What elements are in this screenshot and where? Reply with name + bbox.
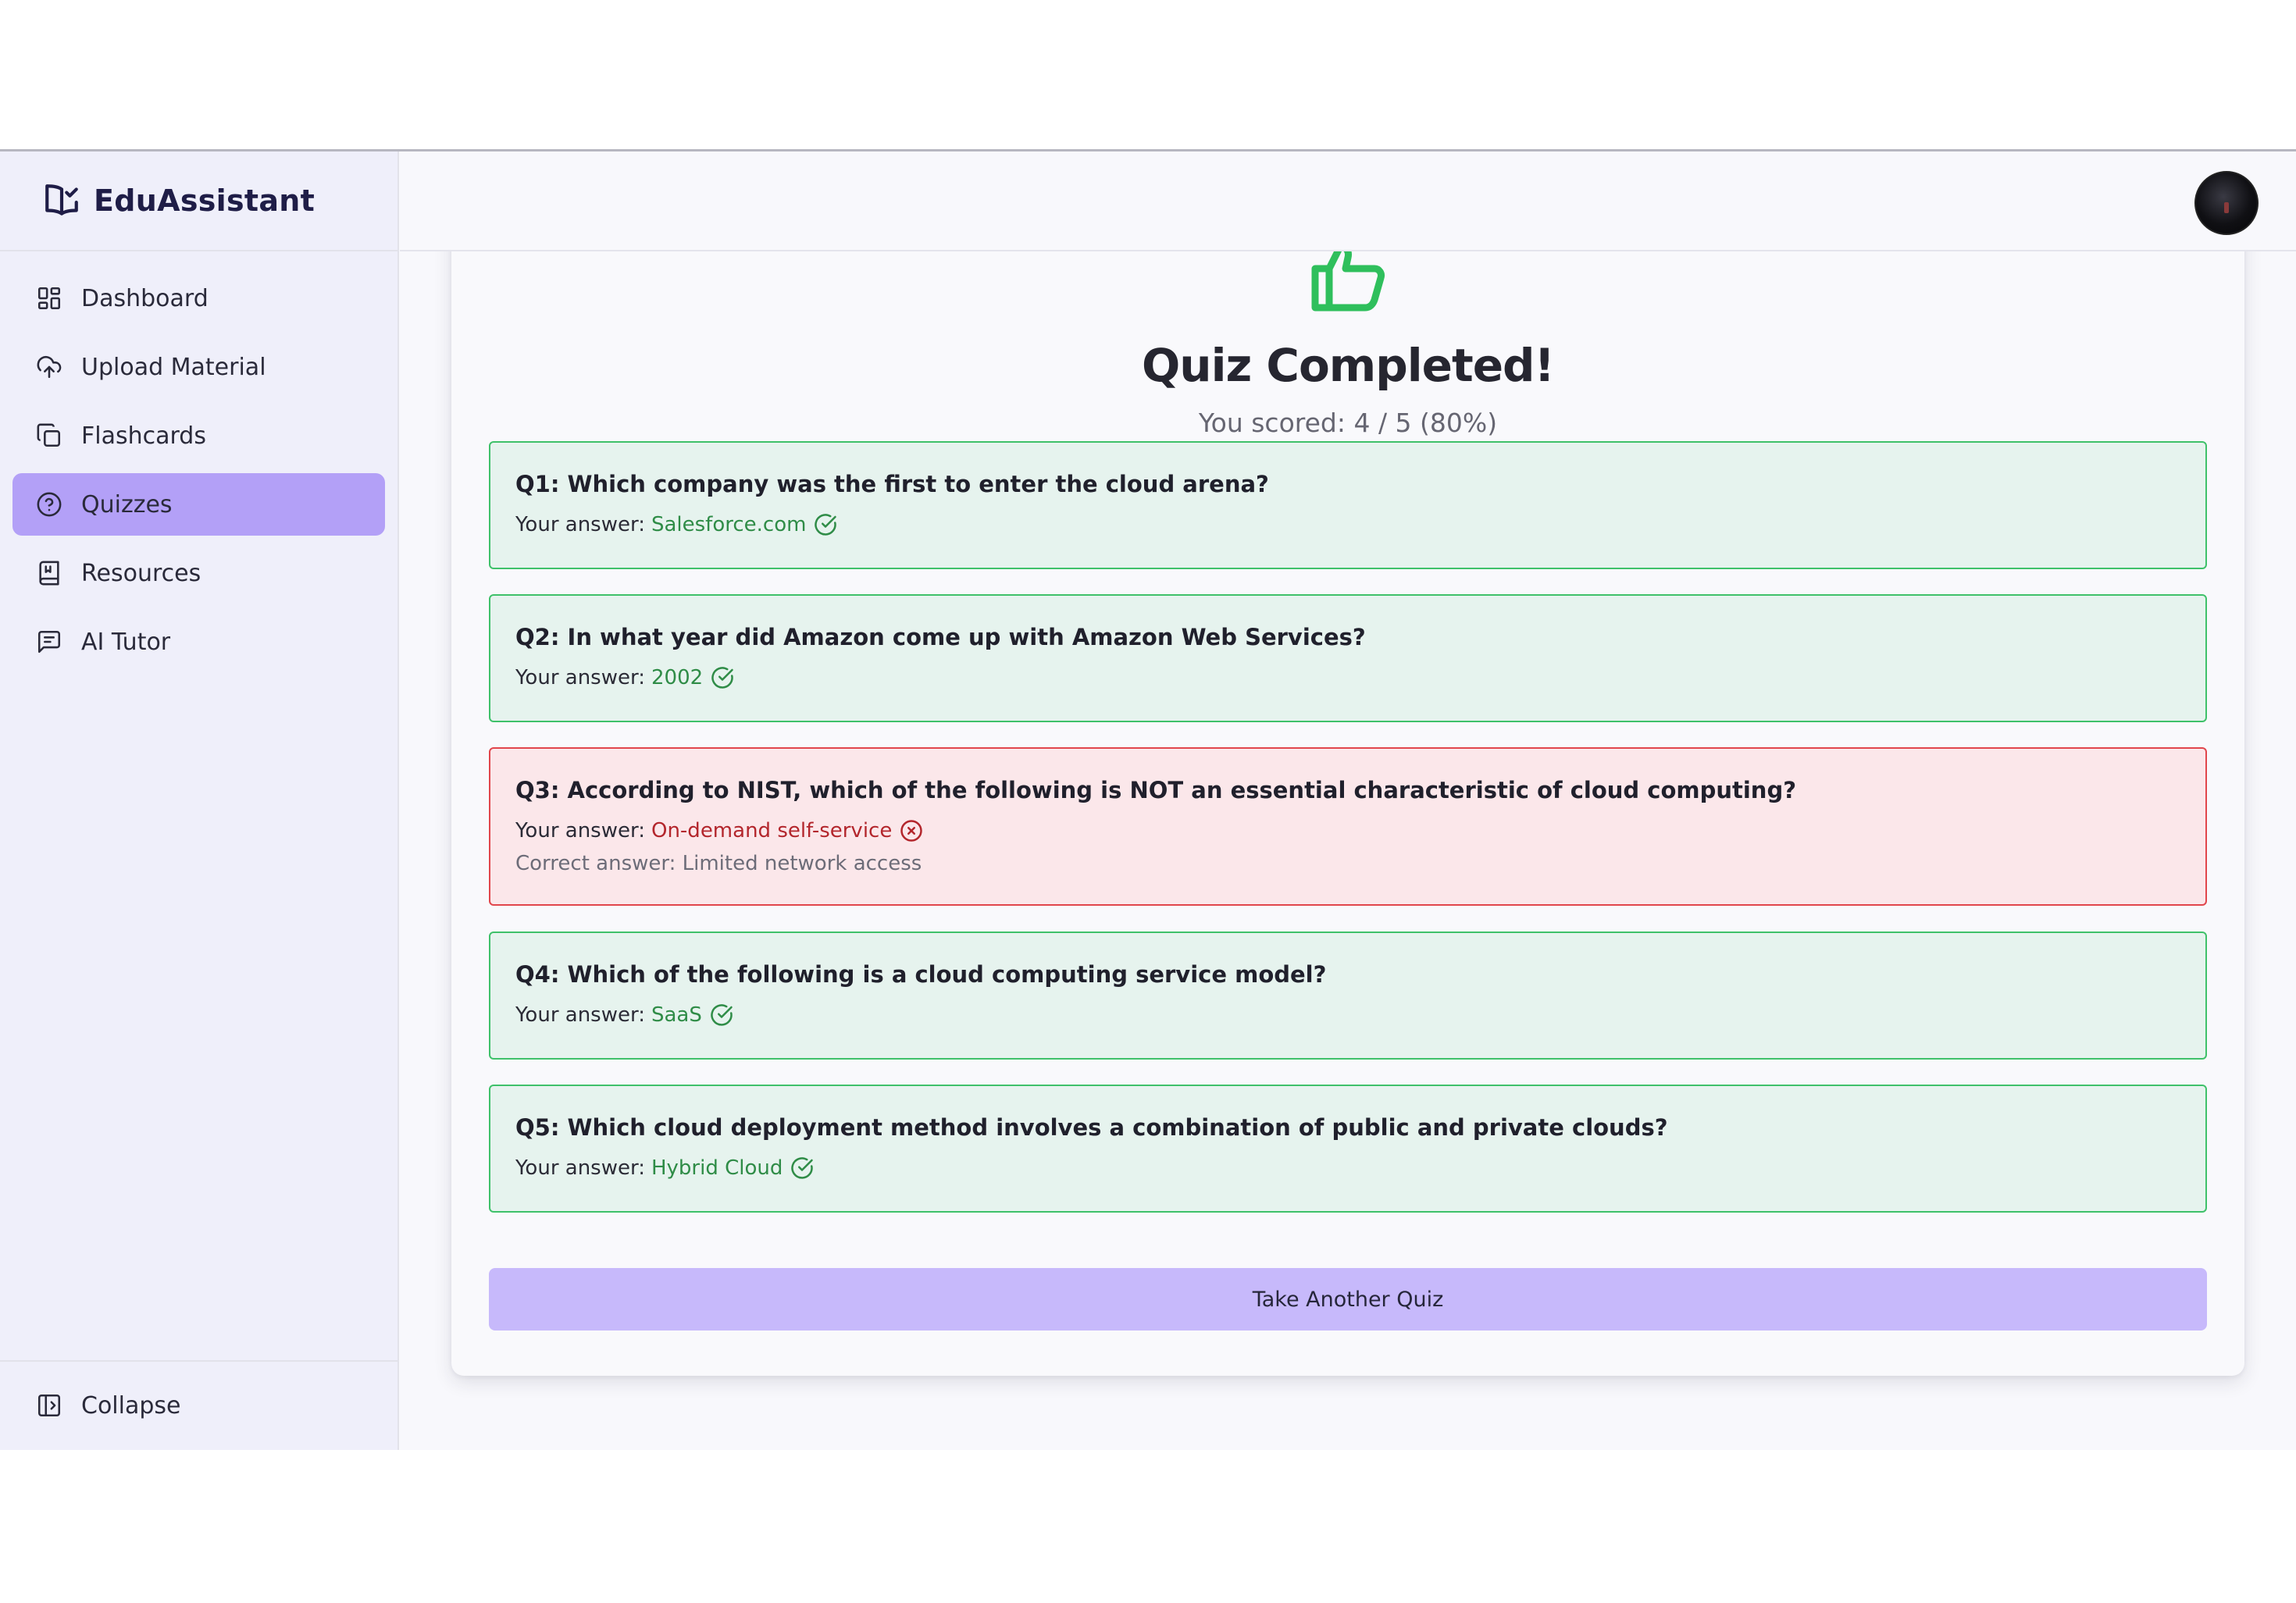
question-text: Q2: In what year did Amazon come up with… [515,624,1366,650]
check-circle-icon [711,1004,733,1026]
check-circle-icon [791,1157,814,1179]
cloud-upload-icon [37,355,62,379]
collapse-label: Collapse [81,1391,181,1420]
book-check-icon [45,184,78,216]
correct-answer-text: Correct answer: Limited network access [515,852,922,875]
answer-value: Hybrid Cloud [651,1156,783,1180]
question-result-card: Q1: Which company was the first to enter… [489,441,2207,569]
panel-left-icon [37,1394,61,1417]
check-circle-icon [815,514,837,536]
quiz-results-card: Quiz Completed! You scored: 4 / 5 (80%) … [451,222,2244,1376]
avatar[interactable] [2194,171,2259,235]
sidebar-item-upload-material[interactable]: Upload Material [12,336,385,398]
thumbs-up-icon [1311,243,1385,312]
collapse-button[interactable]: Collapse [12,1374,385,1437]
brand[interactable]: EduAssistant [0,151,398,251]
check-circle-icon [711,667,733,689]
sidebar-item-label: Resources [81,559,201,587]
sidebar-item-label: AI Tutor [81,628,171,656]
message-icon [37,630,61,654]
answer-line: Your answer: Salesforce.com [515,513,837,536]
question-result-card: Q5: Which cloud deployment method involv… [489,1085,2207,1213]
score-text: You scored: 4 / 5 (80%) [1198,408,1498,438]
question-text: Q4: Which of the following is a cloud co… [515,961,1327,988]
your-answer-label: Your answer: [515,513,645,536]
answer-line: Your answer: SaaS [515,1003,733,1027]
sidebar-nav: Dashboard Upload Material Flashcards Qui… [0,251,398,673]
sidebar-item-quizzes[interactable]: Quizzes [12,473,385,536]
your-answer-label: Your answer: [515,1003,645,1027]
question-text: Q3: According to NIST, which of the foll… [515,777,1797,803]
sidebar-item-resources[interactable]: Resources [12,542,385,604]
question-text: Q5: Which cloud deployment method involv… [515,1114,1668,1141]
help-circle-icon [37,492,62,517]
sidebar-item-ai-tutor[interactable]: AI Tutor [12,611,385,673]
sidebar-item-label: Upload Material [81,353,266,381]
top-bar [400,151,2296,251]
x-circle-icon [900,820,923,842]
answer-value: On-demand self-service [651,819,893,842]
your-answer-label: Your answer: [515,666,645,689]
answer-value: SaaS [651,1003,702,1027]
question-result-card: Q3: According to NIST, which of the foll… [489,747,2207,906]
sidebar-item-label: Flashcards [81,422,206,450]
book-icon [39,561,59,586]
sidebar: EduAssistant Dashboard Upload Material F… [0,151,399,1450]
sidebar-item-label: Quizzes [81,490,173,518]
page-title: Quiz Completed! [1141,339,1555,392]
sidebar-item-flashcards[interactable]: Flashcards [12,404,385,467]
answer-line: Your answer: On-demand self-service [515,819,923,842]
app-name: EduAssistant [94,183,316,218]
question-text: Q1: Which company was the first to enter… [515,471,1269,497]
answer-line: Your answer: Hybrid Cloud [515,1156,814,1180]
sidebar-footer: Collapse [0,1360,398,1450]
dashboard-icon [37,287,61,310]
answer-value: Salesforce.com [651,513,807,536]
your-answer-label: Your answer: [515,1156,645,1180]
take-another-quiz-button[interactable]: Take Another Quiz [489,1268,2207,1330]
question-result-card: Q2: In what year did Amazon come up with… [489,594,2207,722]
answer-line: Your answer: 2002 [515,666,734,689]
app-frame: EduAssistant Dashboard Upload Material F… [0,149,2296,1450]
sidebar-item-label: Dashboard [81,284,209,312]
copy-icon [37,423,61,447]
your-answer-label: Your answer: [515,819,645,842]
answer-value: 2002 [651,666,704,689]
sidebar-item-dashboard[interactable]: Dashboard [12,267,385,330]
question-result-card: Q4: Which of the following is a cloud co… [489,932,2207,1060]
